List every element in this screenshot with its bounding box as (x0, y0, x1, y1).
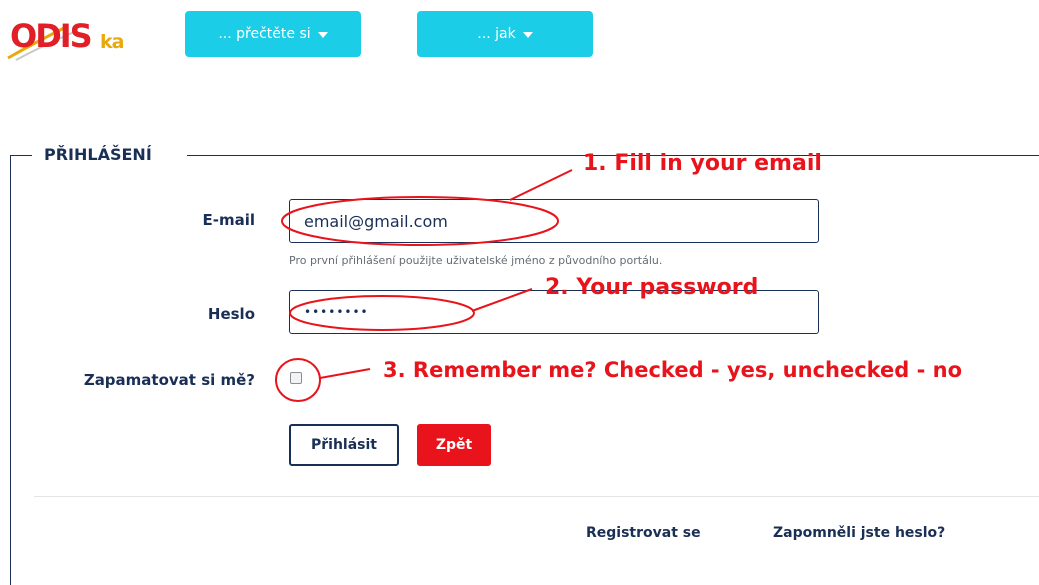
form-divider (34, 496, 1039, 497)
login-legend: PŘIHLÁŠENÍ (44, 145, 152, 164)
password-input-value: •••••••• (304, 305, 369, 319)
odis-logo[interactable]: ODIS ka (6, 20, 152, 62)
how-dropdown-label: ... jak (477, 26, 516, 42)
caret-down-icon (522, 31, 533, 38)
email-input[interactable]: email@gmail.com (289, 199, 819, 243)
how-dropdown-button[interactable]: ... jak (417, 11, 593, 57)
logo-suffix-text: ka (100, 31, 124, 53)
annotation-step-3: 3. Remember me? Checked - yes, unchecked… (383, 358, 963, 382)
remember-me-checkbox[interactable] (290, 372, 302, 384)
checkbox-pointer-line (319, 368, 371, 379)
forgot-password-link[interactable]: Zapomněli jste heslo? (773, 525, 945, 541)
read-dropdown-button[interactable]: ... přečtěte si (185, 11, 361, 57)
email-label: E-mail (202, 211, 255, 229)
fieldset-border-top-left (10, 155, 32, 156)
annotation-step-2: 2. Your password (545, 275, 759, 300)
email-input-value: email@gmail.com (304, 211, 448, 231)
logo-main-text: ODIS (10, 17, 93, 55)
caret-down-icon (317, 31, 328, 38)
fieldset-border-left (10, 155, 11, 585)
back-button[interactable]: Zpět (417, 424, 491, 466)
read-dropdown-label: ... přečtěte si (218, 26, 311, 42)
remember-me-label: Zapamatovat si mě? (83, 371, 255, 389)
login-button[interactable]: Přihlásit (289, 424, 399, 466)
register-link[interactable]: Registrovat se (586, 525, 701, 541)
password-label: Heslo (207, 305, 255, 323)
email-pointer-line (509, 169, 573, 201)
email-hint: Pro první přihlášení použijte uživatelsk… (289, 254, 663, 267)
annotation-step-1: 1. Fill in your email (583, 151, 822, 176)
